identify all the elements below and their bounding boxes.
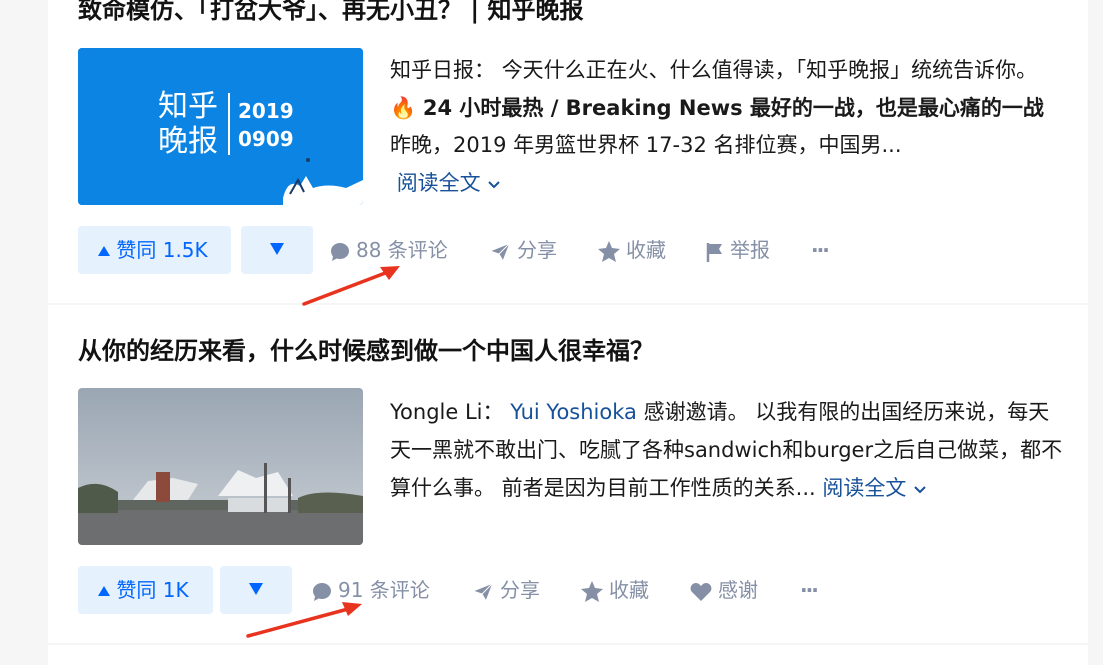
read-more-link[interactable]: 阅读全文 bbox=[390, 171, 501, 195]
heart-icon bbox=[690, 582, 712, 601]
thumb-line1: 知乎 bbox=[158, 89, 218, 124]
share-button[interactable]: 分享 bbox=[472, 566, 540, 614]
share-icon bbox=[472, 581, 494, 602]
feed-card-1: 致命模仿、「打岔大爷」、再无小丑？ | 知乎晚报 知乎 晚报 2019 0909… bbox=[48, 0, 1088, 303]
annotation-arrow-icon bbox=[246, 602, 362, 638]
fire-emoji: 🔥 bbox=[390, 95, 417, 120]
article-thumbnail[interactable]: 知乎 晚报 2019 0909 bbox=[78, 48, 363, 205]
more-icon: ··· bbox=[800, 578, 819, 602]
thumb-line2: 晚报 bbox=[158, 124, 218, 159]
flag-icon bbox=[706, 242, 722, 262]
thanks-button[interactable]: 感谢 bbox=[690, 566, 758, 614]
mentioned-user-link[interactable]: Yui Yoshioka bbox=[510, 400, 637, 424]
read-more-link[interactable]: 阅读全文 bbox=[816, 476, 927, 500]
more-icon: ··· bbox=[811, 238, 830, 262]
star-icon bbox=[581, 581, 603, 602]
article-excerpt[interactable]: 知乎日报： 今天什么正在火、什么值得读，「知乎晚报」统统告诉你。 🔥 24 小时… bbox=[390, 52, 1070, 202]
feed-card-3 bbox=[48, 645, 1088, 665]
caret-down-icon bbox=[270, 243, 284, 255]
report-button[interactable]: 举报 bbox=[706, 226, 770, 274]
favorite-button[interactable]: 收藏 bbox=[581, 566, 649, 614]
chevron-down-icon bbox=[488, 180, 501, 188]
article-excerpt[interactable]: Yongle Li： Yui Yoshioka 感谢邀请。 以我有限的出国经历来… bbox=[390, 393, 1070, 507]
excerpt-author: Yongle Li： bbox=[390, 400, 504, 424]
more-button[interactable]: ··· bbox=[800, 566, 819, 614]
thumb-year: 2019 bbox=[238, 99, 294, 123]
favorite-button[interactable]: 收藏 bbox=[598, 226, 666, 274]
star-icon bbox=[598, 241, 620, 262]
vote-up-button[interactable]: 赞同 1K bbox=[78, 566, 213, 614]
more-button[interactable]: ··· bbox=[811, 226, 830, 274]
share-icon bbox=[489, 241, 511, 262]
caret-up-icon bbox=[98, 246, 110, 256]
excerpt-author: 知乎日报： bbox=[390, 58, 495, 82]
article-title[interactable]: 致命模仿、「打岔大爷」、再无小丑？ | 知乎晚报 bbox=[78, 0, 583, 26]
article-title[interactable]: 从你的经历来看，什么时候感到做一个中国人很幸福？ bbox=[78, 335, 654, 367]
share-button[interactable]: 分享 bbox=[489, 226, 557, 274]
chevron-down-icon bbox=[914, 486, 926, 494]
caret-up-icon bbox=[98, 586, 110, 596]
thumb-date: 0909 bbox=[238, 127, 294, 151]
vote-up-button[interactable]: 赞同 1.5K bbox=[78, 226, 231, 274]
annotation-arrow-icon bbox=[302, 266, 400, 306]
caret-down-icon bbox=[249, 583, 263, 595]
article-thumbnail[interactable] bbox=[78, 388, 363, 545]
